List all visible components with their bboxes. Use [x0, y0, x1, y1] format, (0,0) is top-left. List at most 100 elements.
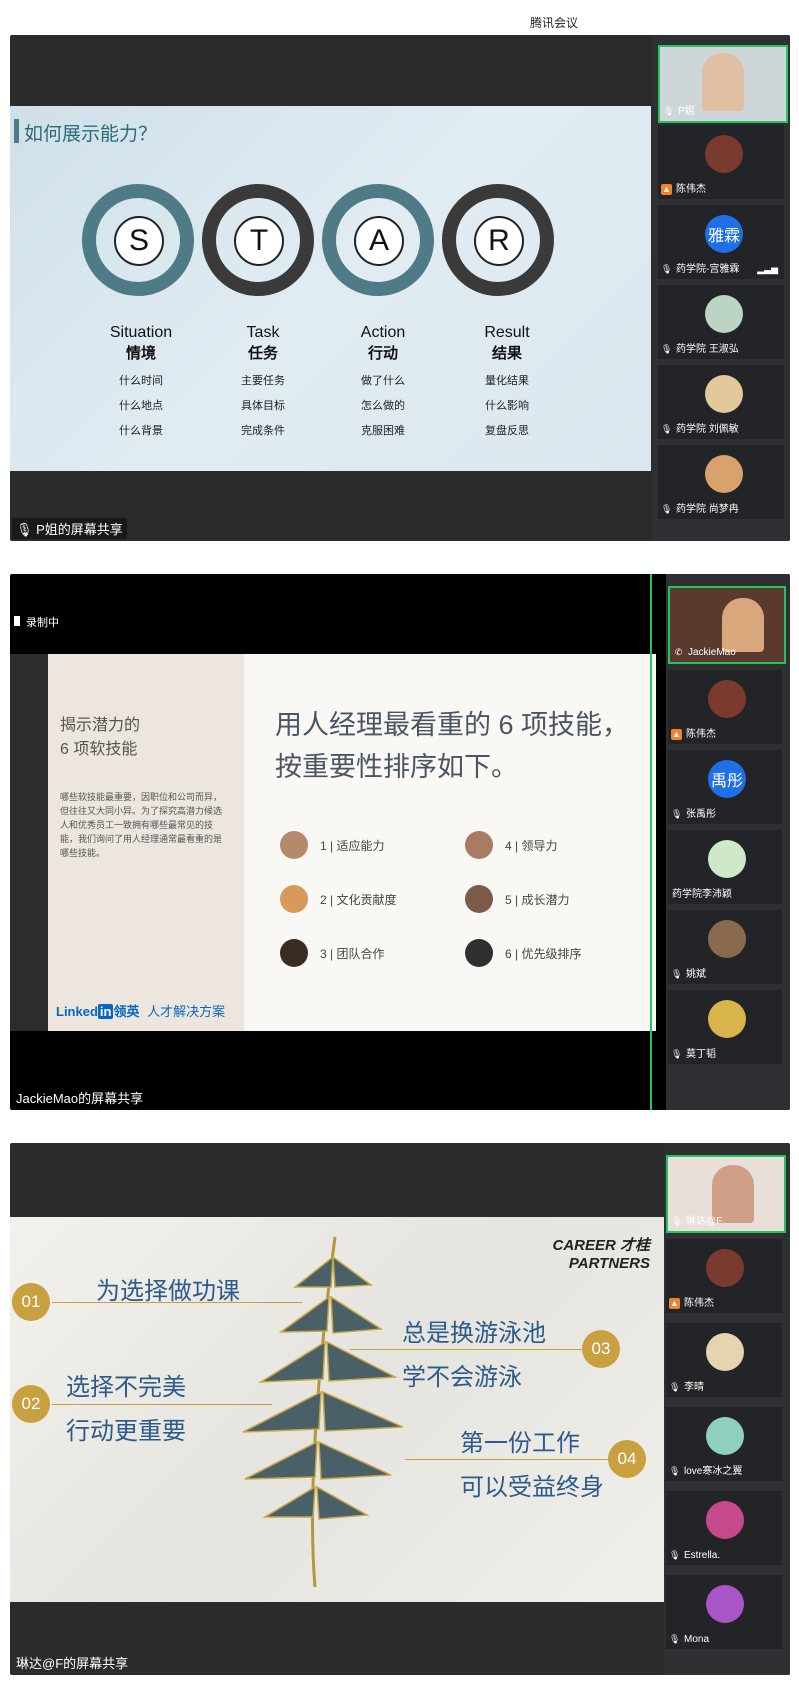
- column-item: 量化结果: [485, 375, 529, 387]
- participant-tile[interactable]: 🎙 药学院 王淑弘: [658, 285, 784, 359]
- participant-name: P姐: [678, 106, 695, 117]
- participant-tile[interactable]: 🎙 药学院 刘佩敏: [658, 365, 784, 439]
- avatar: 雅霖: [705, 215, 743, 253]
- slide-title: 如何展示能力？: [24, 124, 158, 145]
- meeting-panel-2: 录制中 揭示潜力的 6 项软技能 哪些软技能最重要，因职位和公司而异，但往往又大…: [10, 574, 790, 1110]
- logo-line1: CAREER 才桂: [552, 1237, 650, 1254]
- participant-name: 琳达@F: [686, 1216, 723, 1227]
- point-line: [350, 1349, 582, 1350]
- point-badge-04: 04: [608, 1440, 646, 1478]
- participant-tile[interactable]: 🎙 药学院 尚梦冉: [658, 445, 784, 519]
- mic-muted-icon: 🎙: [671, 1049, 683, 1059]
- skill-label: 5 | 成长潜力: [505, 892, 570, 907]
- mic-muted-icon: 🎙: [671, 809, 683, 819]
- participant-tile[interactable]: 药学院李沛颖: [668, 830, 782, 904]
- participant-sidebar[interactable]: 🎙 琳达@F ▲ 陈伟杰 🎙 李晴 🎙 love寒冰之翼 🎙 Estrella.…: [664, 1143, 790, 1675]
- participant-sidebar[interactable]: 🎙 P姐 ▲ 陈伟杰 雅霖 🎙 药学院-宫雅霖 ▂▃▅ 🎙 药学院 王淑弘 🎙 …: [652, 35, 790, 541]
- participant-tile[interactable]: 🎙 姚斌: [668, 910, 782, 984]
- participant-tile[interactable]: 🎙 love寒冰之翼: [666, 1407, 782, 1481]
- participant-tile[interactable]: 雅霖 🎙 药学院-宫雅霖 ▂▃▅: [658, 205, 784, 279]
- shared-slide-career: CAREER 才桂 PARTNERS 01 为选择做功课 02 选择不完美 行动…: [10, 1217, 664, 1602]
- participant-tile[interactable]: 🎙 琳达@F: [666, 1155, 786, 1233]
- participant-tile[interactable]: ▲ 陈伟杰: [658, 125, 784, 199]
- brand-cn: 领英: [113, 1004, 140, 1019]
- user-icon: ▲: [669, 1298, 680, 1309]
- linkedin-logo: Linked in 领英 人才解决方案: [56, 1001, 225, 1020]
- brand-in: in: [97, 1004, 114, 1019]
- skill-item: 2 | 文化贡献度: [280, 885, 396, 913]
- point-badge-01: 01: [12, 1283, 50, 1321]
- skill-avatar: [280, 939, 308, 967]
- participant-tile[interactable]: 🎙 P姐: [658, 45, 788, 123]
- participant-tile[interactable]: 🎙 李晴: [666, 1323, 782, 1397]
- avatar: [708, 920, 746, 958]
- avatar: [706, 1249, 744, 1287]
- slide-title-bar: [14, 119, 19, 143]
- participant-name: 陈伟杰: [684, 1298, 714, 1309]
- participant-name: 姚斌: [686, 969, 706, 980]
- mic-muted-icon: 🎙: [661, 264, 673, 274]
- participant-tile[interactable]: 禹彤 🎙 张禹彤: [668, 750, 782, 824]
- skill-item: 3 | 团队合作: [280, 939, 384, 967]
- video-feed: [722, 598, 764, 652]
- screen-share-label: 琳达@F的屏幕共享: [16, 1656, 129, 1671]
- avatar: [708, 1000, 746, 1038]
- avatar: [705, 375, 743, 413]
- mic-muted-icon: 🎙: [661, 344, 673, 354]
- user-icon: ▲: [671, 729, 682, 740]
- point-text: 为选择做功课: [96, 1278, 240, 1305]
- column-item: 做了什么: [361, 375, 405, 387]
- screen-share-label: JackieMao的屏幕共享: [16, 1091, 144, 1106]
- column-title-cn: 行动: [367, 345, 398, 362]
- column-title-cn: 情境: [125, 345, 156, 362]
- participant-tile[interactable]: 🎙 Mona: [666, 1575, 782, 1649]
- shared-slide-skills: 揭示潜力的 6 项软技能 哪些软技能最重要，因职位和公司而异，但往往又大同小异。…: [10, 654, 656, 1031]
- skill-avatar: [280, 831, 308, 859]
- left-body: 哪些软技能最重要，因职位和公司而异，但往往又大同小异。为了探究高潜力候选人和优秀…: [60, 792, 223, 858]
- headline: 用人经理最看重的 6 项技能， 按重要性排序如下。: [275, 704, 629, 788]
- skill-avatar: [465, 885, 493, 913]
- point-text: 第一份工作: [460, 1430, 580, 1457]
- star-column-action: Action 行动 做了什么 怎么做的 克服困难: [328, 324, 438, 438]
- signal-icon: ▂▃▅: [757, 264, 778, 274]
- participant-tile[interactable]: ▲ 陈伟杰: [668, 670, 782, 744]
- skill-label: 3 | 团队合作: [320, 946, 385, 961]
- avatar: 禹彤: [708, 760, 746, 798]
- column-item: 克服困难: [361, 425, 405, 437]
- column-item: 什么背景: [119, 425, 163, 437]
- point-line: [405, 1459, 608, 1460]
- participant-tile[interactable]: ▲ 陈伟杰: [666, 1239, 782, 1313]
- left-title: 揭示潜力的 6 项软技能: [60, 714, 140, 762]
- participant-name: 陈伟杰: [676, 184, 706, 195]
- point-text: 选择不完美: [66, 1374, 186, 1401]
- column-item: 复盘反思: [485, 425, 529, 437]
- mic-muted-icon: 🎙: [669, 1382, 681, 1392]
- participant-tile[interactable]: 🎙 莫丁韬: [668, 990, 782, 1064]
- participant-name: 李晴: [684, 1382, 704, 1393]
- avatar: [706, 1501, 744, 1539]
- column-item: 完成条件: [241, 425, 285, 437]
- headline-line2: 按重要性排序如下。: [275, 752, 518, 782]
- participant-tile[interactable]: ✆ JackieMao: [668, 586, 786, 664]
- participant-tile[interactable]: 🎙 Estrella.: [666, 1491, 782, 1565]
- letter-a: A: [354, 216, 404, 266]
- skill-avatar: [465, 939, 493, 967]
- mic-muted-icon: 🎙: [671, 969, 683, 979]
- meeting-panel-3: CAREER 才桂 PARTNERS 01 为选择做功课 02 选择不完美 行动…: [10, 1143, 790, 1675]
- participant-sidebar[interactable]: ✆ JackieMao ▲ 陈伟杰 禹彤 🎙 张禹彤 药学院李沛颖 🎙 姚斌 🎙…: [666, 574, 790, 1110]
- avatar: [705, 295, 743, 333]
- brand-tagline: 人才解决方案: [147, 1004, 226, 1019]
- skill-label: 2 | 文化贡献度: [320, 892, 397, 907]
- mic-icon: 🎙: [16, 522, 33, 537]
- star-column-result: Result 结果 量化结果 什么影响 复盘反思: [452, 324, 562, 438]
- participant-name: Mona: [684, 1634, 710, 1645]
- skill-label: 4 | 领导力: [505, 838, 558, 853]
- active-speaker-border: [650, 574, 652, 1110]
- point-text: 行动更重要: [66, 1418, 186, 1445]
- avatar: [708, 840, 746, 878]
- meeting-panel-1: 如何展示能力？ S T A R Situation 情境 什么时间 什么地点 什…: [10, 35, 790, 541]
- skill-item: 4 | 领导力: [465, 831, 557, 859]
- avatar: [705, 135, 743, 173]
- app-title: 腾讯会议: [530, 16, 579, 30]
- video-feed: [702, 53, 744, 111]
